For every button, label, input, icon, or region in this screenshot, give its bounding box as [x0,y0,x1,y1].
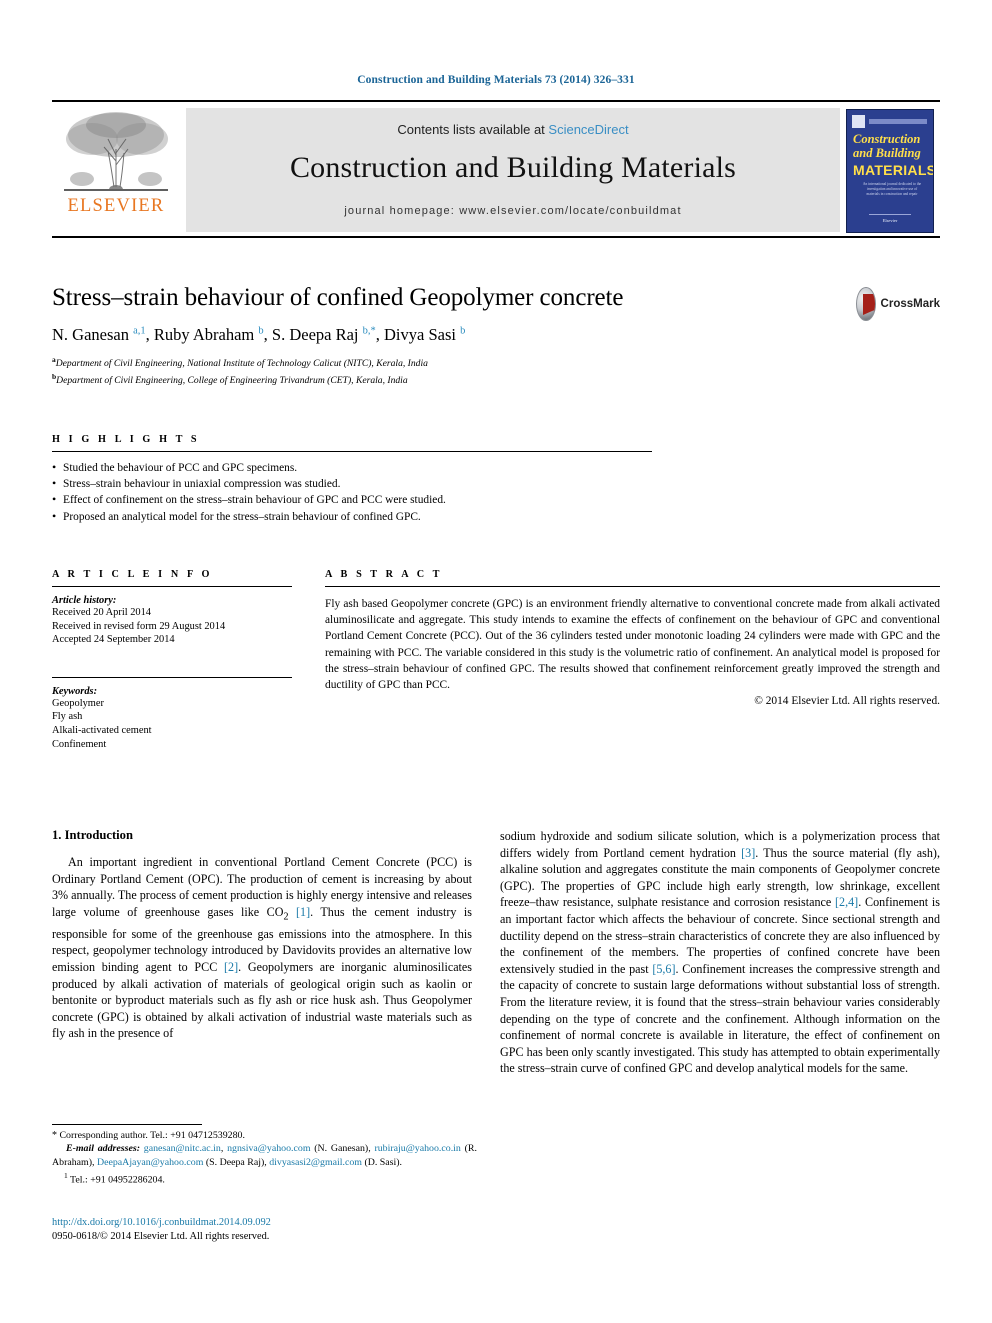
cover-divider [869,214,911,215]
keyword-item: Geopolymer [52,697,104,709]
citation-3[interactable]: [3] [741,846,755,860]
elsevier-logo: ELSEVIER [52,106,180,236]
crossmark-badge[interactable]: CrossMark [856,284,940,324]
footnote-divider [52,1124,202,1125]
article-history-revised: Received in revised form 29 August 2014 [52,620,226,632]
keywords-divider [52,676,292,678]
citation-5-6[interactable]: [5,6] [652,962,675,976]
article-history-received: Received 20 April 2014 [52,607,151,618]
email-link-3[interactable]: rubiraju@yahoo.co.in [374,1143,460,1154]
corresponding-author-note: * Corresponding author. Tel.: +91 047125… [52,1129,477,1142]
body-column-left: 1. Introduction An important ingredient … [52,828,472,1042]
running-head: Construction and Building Materials 73 (… [357,74,635,86]
abstract-text: Fly ash based Geopolymer concrete (GPC) … [325,598,940,692]
highlights-label: H I G H L I G H T S [52,434,200,445]
sciencedirect-link[interactable]: ScienceDirect [548,122,628,137]
highlights-divider [52,451,652,452]
cover-title-line3: MATERIALS [853,162,934,178]
body-column-right: sodium hydroxide and sodium silicate sol… [500,828,940,1077]
abstract-label: A B S T R A C T [325,569,443,580]
email-owner-4: (D. Sasi). [361,1156,403,1168]
article-history-accepted: Accepted 24 September 2014 [52,634,175,646]
contents-prefix: Contents lists available at [397,122,549,137]
keywords-title: Keywords: [52,685,98,697]
keyword-item: Confinement [52,738,107,750]
email-owner-3: (S. Deepa Raj), [203,1156,270,1168]
email-owner-1: (N. Ganesan), [310,1143,375,1155]
cover-footer: Elsevier [882,218,898,223]
abstract-divider [325,586,940,587]
abstract-copyright: © 2014 Elsevier Ltd. All rights reserved… [754,695,940,708]
highlights-section: H I G H L I G H T S Studied the behaviou… [52,434,652,525]
list-item: Studied the behaviour of PCC and GPC spe… [52,459,652,476]
article-info-divider [52,586,292,587]
list-item: Proposed an analytical model for the str… [52,508,652,525]
cover-title-line1: Construction [853,132,921,146]
author-list: N. Ganesan a,1, Ruby Abraham b, S. Deepa… [52,325,466,344]
email-link-1[interactable]: ganesan@nitc.ac.in [144,1143,221,1154]
journal-title: Construction and Building Materials [289,151,737,184]
corresponding-mark: * [52,1130,57,1141]
abstract-section: A B S T R A C T Fly ash based Geopolymer… [325,569,940,707]
intro-right-d: . Confinement increases the compressive … [500,961,941,1076]
paper-page: Construction and Building Materials 73 (… [0,0,992,1323]
telephone-mark: 1 [64,1171,68,1181]
elsevier-wordmark: ELSEVIER [67,196,165,216]
co2-subscript: 2 [283,911,289,923]
article-info-section: A R T I C L E I N F O Article history: R… [52,569,292,751]
cover-elsevier-mark [852,115,865,128]
intro-paragraph-left: An important ingredient in conventional … [52,854,472,1042]
affiliation-a: aDepartment of Civil Engineering, Nation… [52,354,940,371]
keyword-item: Alkali-activated cement [52,724,152,736]
corresponding-text: Corresponding author. Tel.: +91 04712539… [59,1130,245,1141]
issn-copyright-line: 0950-0618/© 2014 Elsevier Ltd. All right… [52,1231,270,1242]
affiliation-a-text: Department of Civil Engineering, Nationa… [55,358,428,370]
journal-cover-thumbnail[interactable]: Construction and Building MATERIALS An i… [846,109,938,233]
affiliation-b-text: Department of Civil Engineering, College… [56,375,408,387]
telephone-text: Tel.: +91 04952286204. [70,1174,165,1186]
contents-list-line: Contents lists available at ScienceDirec… [397,122,628,137]
list-item: Stress–strain behaviour in uniaxial comp… [52,475,652,492]
email-note: E-mail addresses: ganesan@nitc.ac.in, ng… [52,1142,477,1169]
citation-1[interactable]: [1] [296,905,310,919]
cover-title-line2: and Building [853,146,921,160]
email-link-4[interactable]: DeepaAjayan@yahoo.com [97,1157,203,1168]
crossmark-label: CrossMark [880,298,940,310]
intro-paragraph-right: sodium hydroxide and sodium silicate sol… [500,828,940,1077]
elsevier-tree-icon [64,112,168,191]
journal-masthead: ELSEVIER Contents lists available at Sci… [52,100,940,238]
article-history-title: Article history: [52,595,117,606]
citation-2[interactable]: [2] [224,960,238,974]
journal-band: Contents lists available at ScienceDirec… [186,108,840,232]
highlights-list: Studied the behaviour of PCC and GPC spe… [52,459,652,525]
cover-top-bar [869,119,927,124]
email-link-2[interactable]: ngnsiva@yahoo.com [227,1143,310,1154]
footnotes-section: * Corresponding author. Tel.: +91 047125… [52,1129,477,1187]
doi-link[interactable]: http://dx.doi.org/10.1016/j.conbuildmat.… [52,1216,472,1230]
list-item: Effect of confinement on the stress–stra… [52,491,652,508]
email-label: E-mail addresses: [66,1143,140,1155]
page-title: Stress–strain behaviour of confined Geop… [52,284,624,311]
title-block: CrossMark Stress–strain behaviour of con… [52,283,940,388]
cover-blurb: An international journal dedicated to th… [862,182,922,196]
crossmark-icon [856,287,876,321]
footer-doi-block: http://dx.doi.org/10.1016/j.conbuildmat.… [52,1216,472,1244]
journal-homepage-link[interactable]: journal homepage: www.elsevier.com/locat… [344,205,681,217]
keyword-item: Fly ash [52,711,83,723]
telephone-note: 1 Tel.: +91 04952286204. [52,1169,477,1187]
email-link-5[interactable]: divyasasi2@gmail.com [269,1157,362,1168]
article-info-label: A R T I C L E I N F O [52,569,213,580]
section-heading-introduction: 1. Introduction [52,828,133,842]
citation-2-4[interactable]: [2,4] [835,895,858,909]
affiliation-b: bDepartment of Civil Engineering, Colleg… [52,371,940,388]
